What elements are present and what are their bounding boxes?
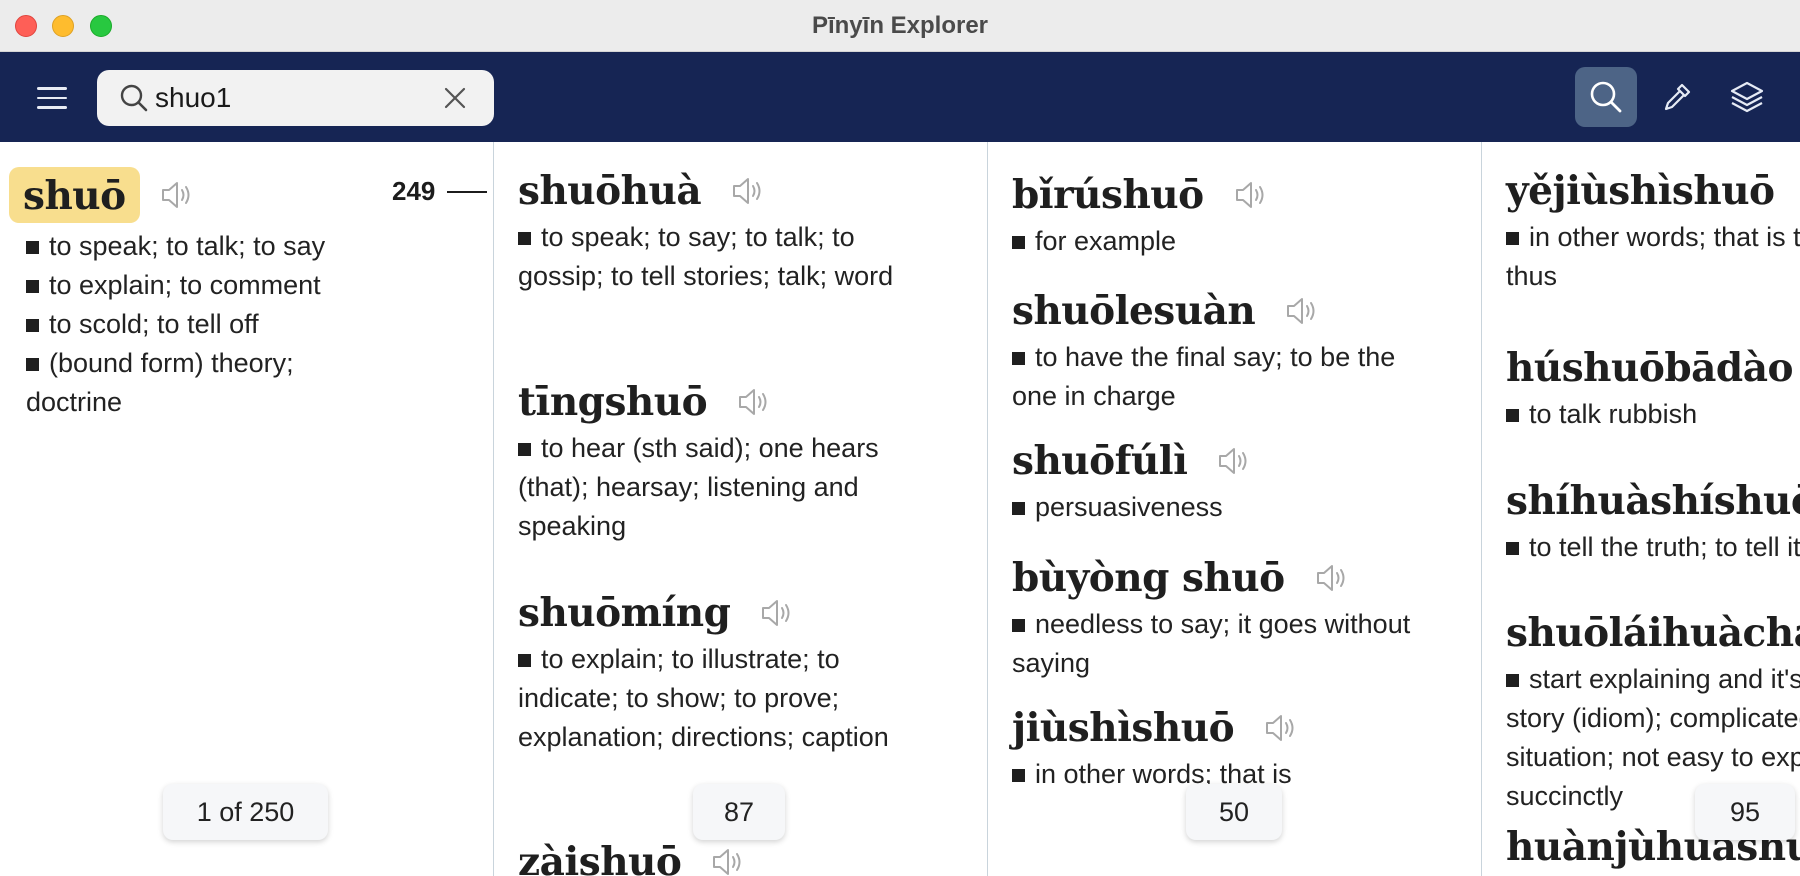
speaker-icon[interactable] [1217,446,1251,476]
speaker-icon[interactable] [160,180,194,210]
result-column-3: bǐrúshuō for example shuōlesuàn to have … [988,142,1481,876]
dictionary-entry[interactable]: húshuōbādào to talk rubbish [1506,345,1800,434]
result-column-2: shuōhuà to speak; to say; to talk; to go… [494,142,987,876]
hamburger-menu-icon[interactable] [30,76,74,120]
layers-icon [1730,81,1764,113]
result-count-value: 249 [392,176,436,206]
search-mode-button[interactable] [1575,67,1637,127]
dictionary-entry[interactable]: shuōfúlì persuasiveness [1012,438,1432,527]
definition: persuasiveness [1012,488,1432,527]
search-icon [120,84,148,112]
dictionary-entry[interactable]: zàishuō [518,839,938,876]
search-field[interactable] [97,70,494,126]
speaker-icon[interactable] [731,176,765,206]
entry-pinyin: shíhuàshíshuō [1506,478,1800,524]
window-title: Pīnyīn Explorer [811,12,989,39]
speaker-icon[interactable] [1315,563,1349,593]
entry-pinyin: shuōfúlì [1012,438,1188,484]
speaker-icon[interactable] [760,598,794,628]
definition: to speak; to say; to talk; to gossip; to… [518,218,938,296]
definition: to talk rubbish [1506,395,1800,434]
definition: for example [1012,222,1432,261]
entry-pinyin: zàishuō [518,839,682,876]
result-column-4: yějiùshìshuō in other words; that is to … [1482,142,1800,876]
entry-pinyin: shuōlesuàn [1012,288,1256,334]
entry-definitions: to tell the truth; to tell it as it is [1506,528,1800,567]
dictionary-entry[interactable]: jiùshìshuō in other words; that is [1012,705,1432,794]
definition: to tell the truth; to tell it as it is [1506,528,1800,567]
dictionary-entry[interactable]: tīngshuō to hear (sth said); one hears (… [518,379,938,546]
clear-icon[interactable] [441,84,469,112]
entry-definitions: to have the final say; to be the one in … [1012,338,1432,416]
speaker-icon[interactable] [737,387,771,417]
speaker-icon[interactable] [1234,180,1268,210]
entry-pinyin: tīngshuō [518,379,708,425]
dictionary-entry[interactable]: yějiùshìshuō in other words; that is to … [1506,168,1800,296]
speaker-icon[interactable] [1264,713,1298,743]
definition: to speak; to talk; to say [26,227,386,266]
entry-pinyin: jiùshìshuō [1012,705,1235,751]
speaker-icon[interactable] [1285,296,1319,326]
results-area: shuō to speak; to talk; to say to explai… [0,142,1800,876]
column-count-badge: 95 [1695,784,1795,840]
dictionary-entry[interactable]: shuōhuà to speak; to say; to talk; to go… [518,168,938,296]
toolbar [0,52,1800,142]
entry-definitions: needless to say; it goes without saying [1012,605,1432,683]
result-count: 249 [392,176,488,207]
entry-definitions: to explain; to illustrate; to indicate; … [518,640,918,757]
definition: to hear (sth said); one hears (that); he… [518,429,938,546]
definition: to explain; to illustrate; to indicate; … [518,640,918,757]
dictionary-entry[interactable]: shuōlesuàn to have the final say; to be … [1012,288,1432,416]
eyedropper-button[interactable] [1646,67,1708,127]
title-bar: Pīnyīn Explorer [0,0,1800,52]
layers-button[interactable] [1716,67,1778,127]
search-input[interactable] [155,78,425,118]
dictionary-entry[interactable]: shíhuàshíshuō to tell the truth; to tell… [1506,478,1800,567]
entry-definitions: to talk rubbish [1506,395,1800,434]
page-indicator: 1 of 250 [163,784,328,840]
result-column-1: shuō to speak; to talk; to say to explai… [0,142,493,876]
entry-pinyin: shuōmíng [518,590,731,636]
column-count-badge: 50 [1186,784,1282,840]
dictionary-entry[interactable]: shuō to speak; to talk; to say to explai… [9,167,386,422]
definition: to scold; to tell off [26,305,386,344]
definition: to explain; to comment [26,266,386,305]
definition: needless to say; it goes without saying [1012,605,1432,683]
entry-definitions: in other words; that is to say; so; thus [1506,218,1800,296]
definition: (bound form) theory; doctrine [26,344,386,422]
speaker-icon[interactable] [711,847,745,876]
entry-definitions: to speak; to talk; to say to explain; to… [26,227,386,422]
entry-definitions: for example [1012,222,1432,261]
entry-pinyin: shuōláihuàcháng [1506,610,1800,656]
entry-pinyin: bùyòng shuō [1012,555,1285,601]
definition: to have the final say; to be the one in … [1012,338,1432,416]
entry-pinyin: shuōhuà [518,168,702,214]
entry-definitions: to hear (sth said); one hears (that); he… [518,429,938,546]
entry-definitions: to speak; to say; to talk; to gossip; to… [518,218,938,296]
eyedropper-icon [1664,83,1691,111]
dictionary-entry[interactable]: shuōmíng to explain; to illustrate; to i… [518,590,918,757]
column-count-badge: 87 [693,784,785,840]
dictionary-entry[interactable]: bǐrúshuō for example [1012,172,1432,261]
entry-pinyin: yějiùshìshuō [1506,168,1775,214]
definition: in other words; that is to say; so; thus [1506,218,1800,296]
search-icon [1590,81,1622,113]
entry-pinyin: húshuōbādào [1506,345,1793,391]
entry-pinyin: shuō [9,167,140,223]
dictionary-entry[interactable]: bùyòng shuō needless to say; it goes wit… [1012,555,1432,683]
entry-pinyin: bǐrúshuō [1012,172,1204,218]
entry-definitions: persuasiveness [1012,488,1432,527]
